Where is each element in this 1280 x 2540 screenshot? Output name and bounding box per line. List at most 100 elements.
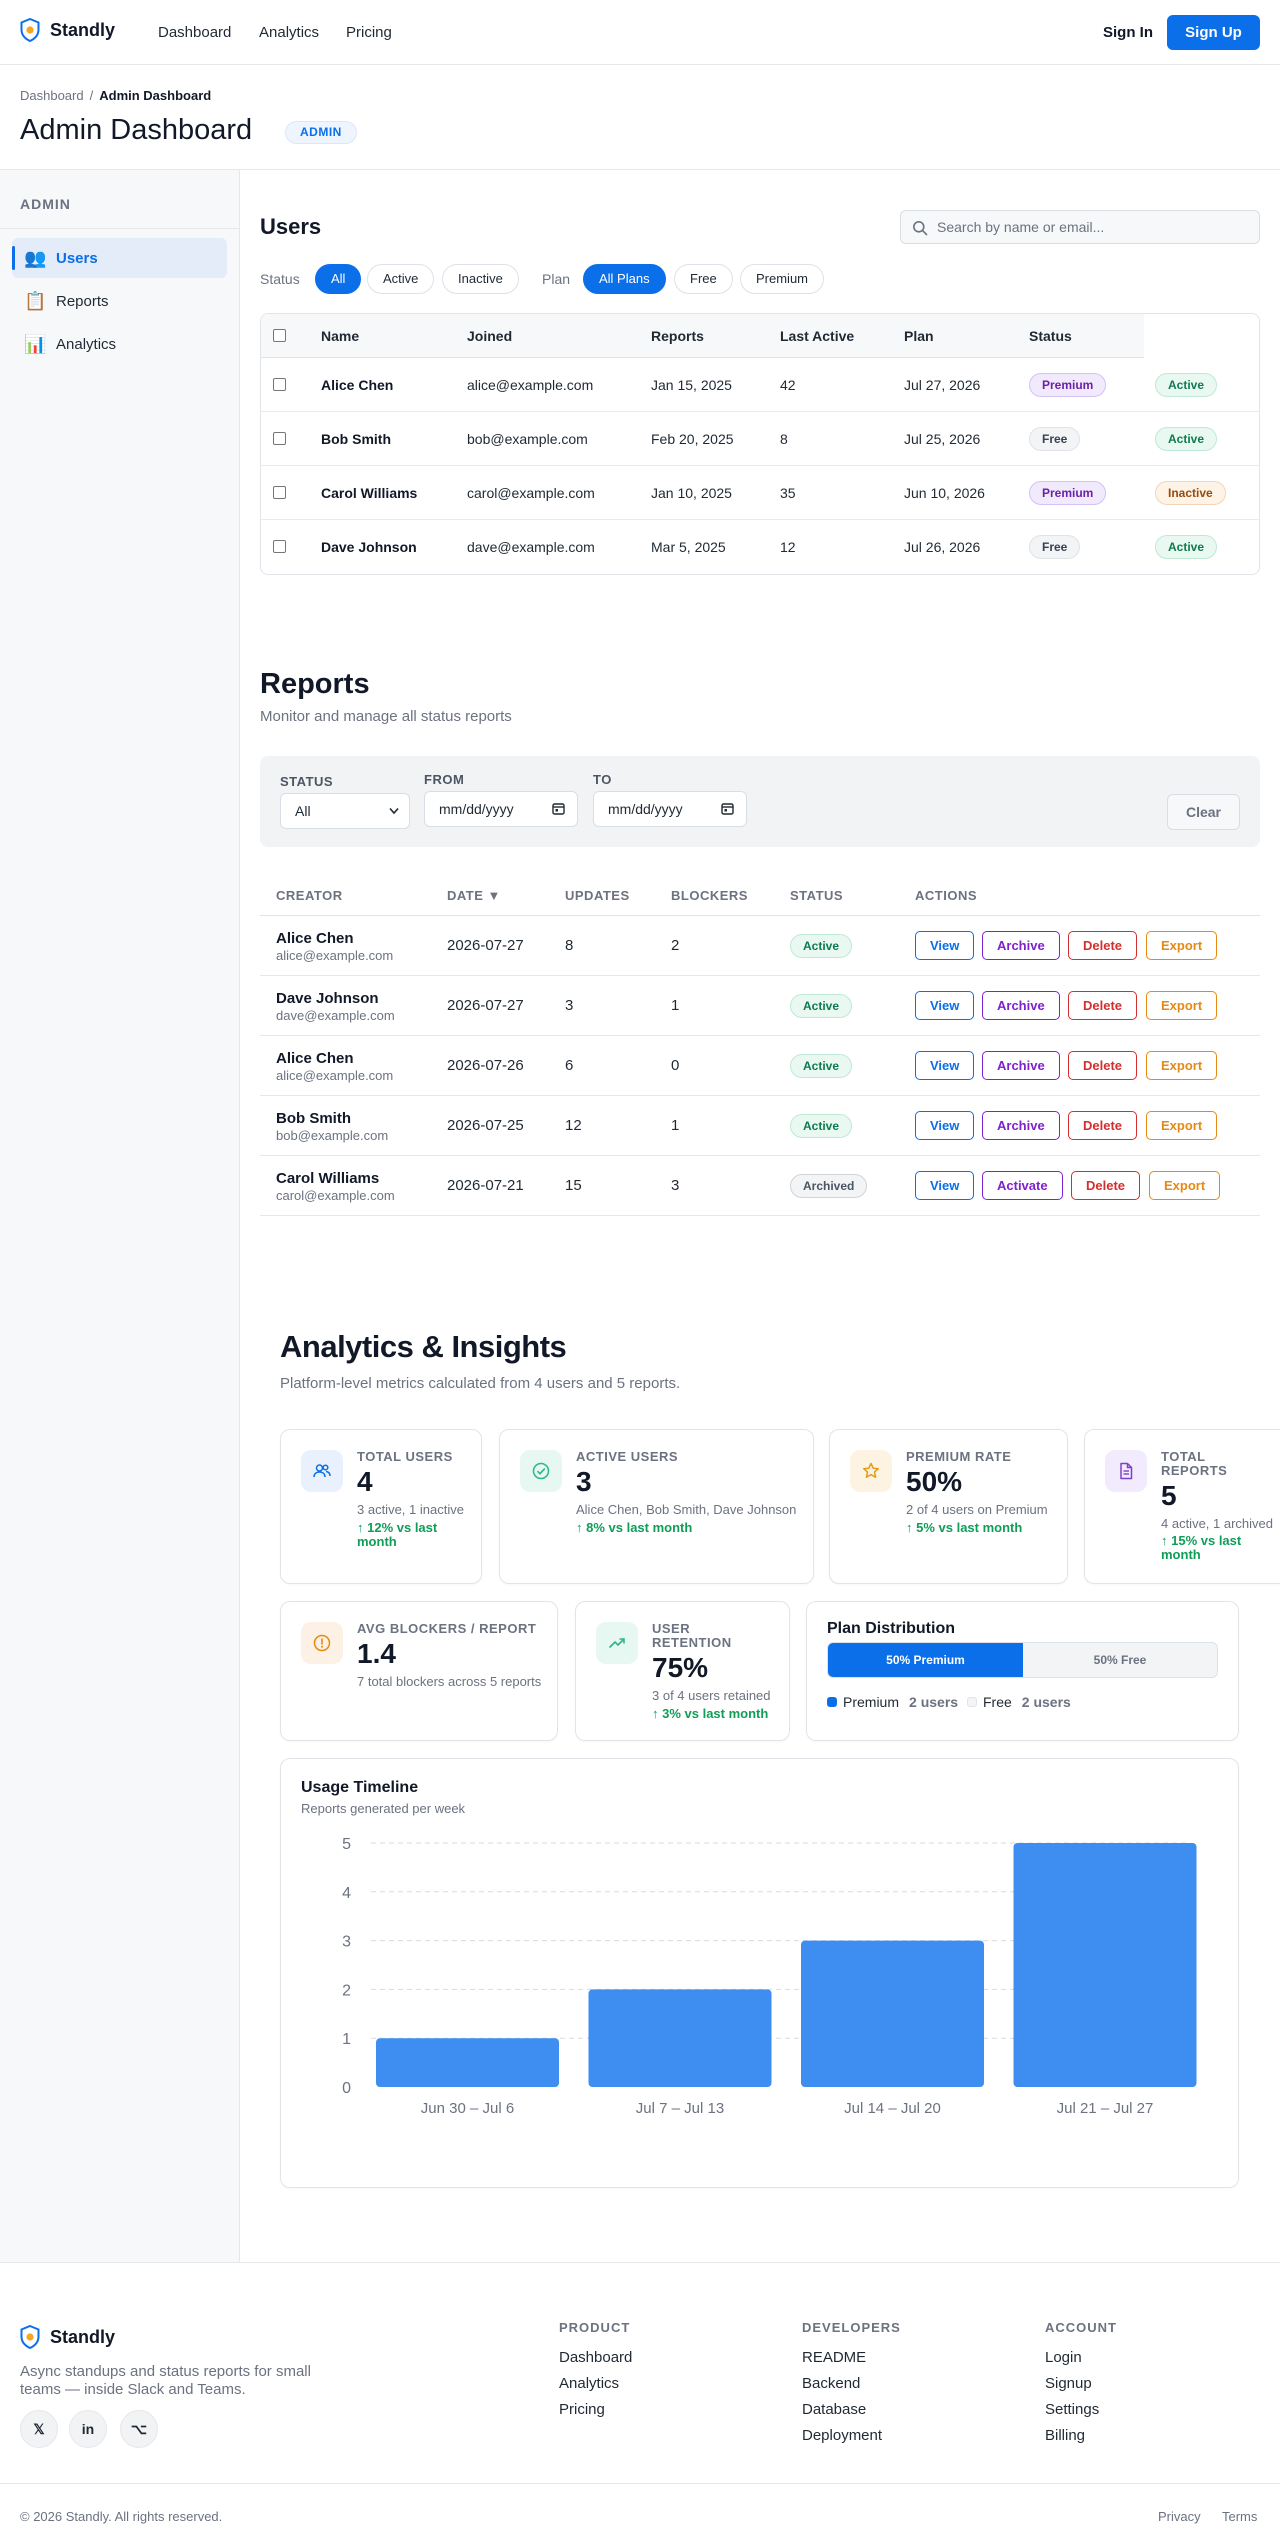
plan-filter-free[interactable]: Free xyxy=(674,264,733,294)
row-checkbox[interactable] xyxy=(273,540,286,553)
col-header-last-active[interactable]: Last Active xyxy=(780,328,854,344)
row-checkbox[interactable] xyxy=(273,432,286,445)
archive-button[interactable]: Archive xyxy=(982,1051,1060,1080)
footer-link-settings[interactable]: Settings xyxy=(1045,2401,1099,2418)
nav-link-pricing[interactable]: Pricing xyxy=(346,24,392,41)
footer-brand[interactable]: Standly xyxy=(20,2325,115,2349)
from-date-value: mm/dd/yyyy xyxy=(439,801,514,817)
timeline-bar xyxy=(588,1989,772,2087)
linkedin-social-icon[interactable]: in xyxy=(69,2410,107,2448)
archive-button[interactable]: Archive xyxy=(982,991,1060,1020)
export-button[interactable]: Export xyxy=(1146,1051,1218,1080)
export-button[interactable]: Export xyxy=(1146,931,1218,960)
delete-button[interactable]: Delete xyxy=(1068,931,1138,960)
y-tick-label: 5 xyxy=(342,1836,351,1853)
table-row: Carol Williams carol@example.com 2026-07… xyxy=(260,1156,1260,1216)
export-button[interactable]: Export xyxy=(1146,1111,1218,1140)
view-button[interactable]: View xyxy=(915,991,975,1020)
footer-link-signup[interactable]: Signup xyxy=(1045,2375,1092,2392)
report-date: 2026-07-26 xyxy=(447,1057,524,1074)
col-header-actions: ACTIONS xyxy=(915,888,977,903)
delete-button[interactable]: Delete xyxy=(1071,1171,1141,1200)
col-header-date[interactable]: DATE ▼ xyxy=(447,888,501,903)
footer-link-backend[interactable]: Backend xyxy=(802,2375,860,2392)
status-select[interactable]: All xyxy=(280,793,410,829)
user-retention-card: USER RETENTION 75% 3 of 4 users retained… xyxy=(575,1601,790,1741)
card-label: ACTIVE USERS xyxy=(576,1449,679,1464)
col-header-name[interactable]: Name xyxy=(321,328,359,344)
reports-subtitle: Monitor and manage all status reports xyxy=(260,708,512,725)
x-tick-label: Jul 21 – Jul 27 xyxy=(1057,2100,1154,2117)
status-badge: Archived xyxy=(790,1174,868,1198)
report-updates: 3 xyxy=(565,997,574,1014)
plan-filter-all[interactable]: All Plans xyxy=(583,264,666,294)
export-button[interactable]: Export xyxy=(1149,1171,1221,1200)
view-button[interactable]: View xyxy=(915,1051,975,1080)
plan-distribution-bar: 50% Premium 50% Free xyxy=(827,1642,1218,1678)
x-social-icon[interactable]: 𝕏 xyxy=(20,2410,58,2448)
table-row[interactable]: Carol Williams carol@example.com Jan 10,… xyxy=(261,466,1259,520)
col-header-joined[interactable]: Joined xyxy=(467,328,512,344)
nav-link-dashboard[interactable]: Dashboard xyxy=(158,24,231,41)
row-checkbox[interactable] xyxy=(273,486,286,499)
view-button[interactable]: View xyxy=(915,1171,975,1200)
plan-badge: Premium xyxy=(1029,373,1107,397)
users-icon: 👥 xyxy=(24,247,47,268)
card-value: 3 xyxy=(576,1466,592,1497)
view-button[interactable]: View xyxy=(915,931,975,960)
card-label: USER RETENTION xyxy=(652,1621,732,1650)
table-row[interactable]: Alice Chen alice@example.com Jan 15, 202… xyxy=(261,358,1259,412)
status-filter-inactive[interactable]: Inactive xyxy=(442,264,519,294)
archive-button[interactable]: Archive xyxy=(982,931,1060,960)
col-header-blockers[interactable]: BLOCKERS xyxy=(671,888,748,903)
table-row[interactable]: Dave Johnson dave@example.com Mar 5, 202… xyxy=(261,520,1259,574)
status-badge: Active xyxy=(1155,373,1218,397)
breadcrumb-dashboard-link[interactable]: Dashboard xyxy=(20,88,84,103)
sidebar-heading: ADMIN xyxy=(20,196,71,212)
view-button[interactable]: View xyxy=(915,1111,975,1140)
table-row[interactable]: Bob Smith bob@example.com Feb 20, 2025 8… xyxy=(261,412,1259,466)
nav-link-analytics[interactable]: Analytics xyxy=(259,24,319,41)
footer-link-dashboard[interactable]: Dashboard xyxy=(559,2349,632,2366)
footer-link-database[interactable]: Database xyxy=(802,2401,866,2418)
col-header-plan[interactable]: Plan xyxy=(904,328,934,344)
col-header-status[interactable]: Status xyxy=(1029,328,1072,344)
clear-filters-button[interactable]: Clear xyxy=(1167,794,1240,830)
footer-link-billing[interactable]: Billing xyxy=(1045,2427,1085,2444)
footer-link-login[interactable]: Login xyxy=(1045,2349,1082,2366)
plan-filter-premium[interactable]: Premium xyxy=(740,264,825,294)
footer-heading-developers: DEVELOPERS xyxy=(802,2320,901,2335)
col-header-updates[interactable]: UPDATES xyxy=(565,888,630,903)
from-date-input[interactable]: mm/dd/yyyy xyxy=(424,791,578,827)
sidebar-item-reports[interactable]: 📋 Reports xyxy=(12,281,227,321)
status-filter-active[interactable]: Active xyxy=(367,264,435,294)
sidebar-item-analytics[interactable]: 📊 Analytics xyxy=(12,324,227,364)
footer-link-readme[interactable]: README xyxy=(802,2349,866,2366)
sign-in-link[interactable]: Sign In xyxy=(1103,24,1153,41)
to-date-input[interactable]: mm/dd/yyyy xyxy=(593,791,747,827)
bar-chart-icon: 📊 xyxy=(24,333,47,354)
footer-link-analytics[interactable]: Analytics xyxy=(559,2375,619,2392)
col-header-status[interactable]: STATUS xyxy=(790,888,843,903)
delete-button[interactable]: Delete xyxy=(1068,1111,1138,1140)
report-blockers: 1 xyxy=(671,1117,680,1134)
github-social-icon[interactable]: ⌥ xyxy=(120,2410,158,2448)
footer-link-deployment[interactable]: Deployment xyxy=(802,2427,882,2444)
sign-up-button[interactable]: Sign Up xyxy=(1167,15,1260,50)
delete-button[interactable]: Delete xyxy=(1068,991,1138,1020)
export-button[interactable]: Export xyxy=(1146,991,1218,1020)
privacy-link[interactable]: Privacy xyxy=(1158,2509,1201,2524)
sidebar-item-users[interactable]: 👥 Users xyxy=(12,238,227,278)
col-header-reports[interactable]: Reports xyxy=(651,328,704,344)
col-header-creator[interactable]: CREATOR xyxy=(276,888,343,903)
activate-button[interactable]: Activate xyxy=(982,1171,1063,1200)
footer-link-pricing[interactable]: Pricing xyxy=(559,2401,605,2418)
terms-link[interactable]: Terms xyxy=(1222,2509,1257,2524)
select-all-checkbox[interactable] xyxy=(273,329,286,342)
search-input[interactable] xyxy=(937,211,1255,243)
archive-button[interactable]: Archive xyxy=(982,1111,1060,1140)
brand[interactable]: Standly xyxy=(20,18,115,42)
delete-button[interactable]: Delete xyxy=(1068,1051,1138,1080)
status-filter-all[interactable]: All xyxy=(315,264,362,294)
row-checkbox[interactable] xyxy=(273,378,286,391)
